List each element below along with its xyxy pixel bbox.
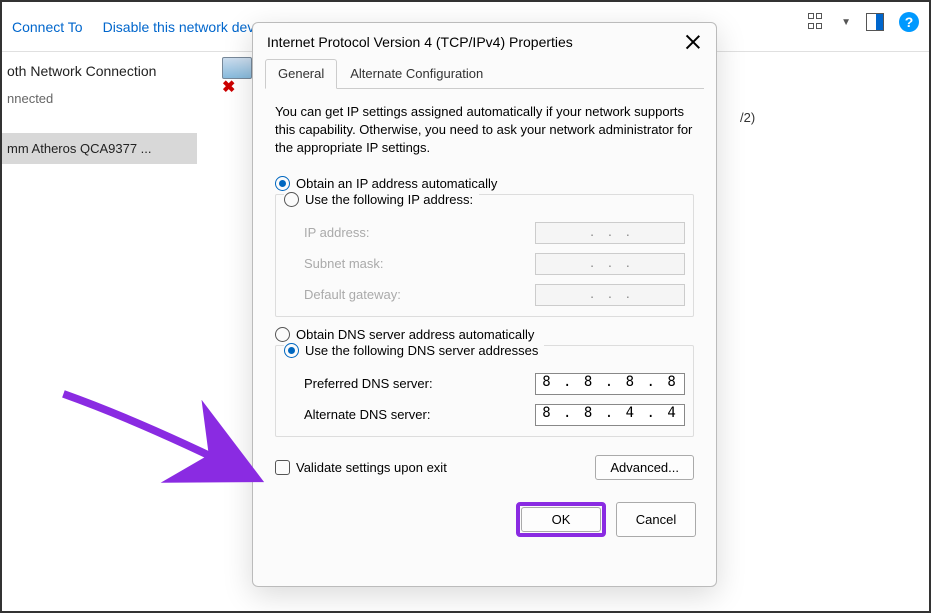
label-ip-auto: Obtain an IP address automatically [296,176,497,191]
connect-to-link[interactable]: Connect To [12,19,83,35]
input-preferred-dns[interactable]: 8 . 8 . 8 . 8 [535,373,685,395]
label-validate-on-exit: Validate settings upon exit [296,460,447,475]
dialog-title: Internet Protocol Version 4 (TCP/IPv4) P… [267,34,573,50]
checkbox-validate-on-exit[interactable] [275,460,290,475]
ip-manual-fieldset: Use the following IP address: IP address… [275,194,694,317]
input-default-gateway: ... [535,284,685,306]
adapter-name[interactable]: mm Atheros QCA9377 ... [2,133,197,164]
help-icon[interactable]: ? [899,12,919,32]
preview-pane-icon[interactable] [866,13,884,31]
advanced-button[interactable]: Advanced... [595,455,694,480]
disable-device-link[interactable]: Disable this network dev [103,19,255,35]
label-ip-manual: Use the following IP address: [305,192,473,207]
input-ip-address: ... [535,222,685,244]
view-dropdown-icon[interactable]: ▼ [841,17,851,28]
label-alternate-dns: Alternate DNS server: [304,407,430,422]
input-alternate-dns[interactable]: 8 . 8 . 4 . 4 [535,404,685,426]
radio-ip-auto[interactable] [275,176,290,191]
tab-general[interactable]: General [265,59,337,89]
connection-status: nnected [2,79,197,106]
tab-strip: General Alternate Configuration [265,59,704,89]
cancel-button[interactable]: Cancel [616,502,696,537]
ok-button[interactable]: OK [521,507,601,532]
label-default-gateway: Default gateway: [304,287,401,302]
background-text-fragment: /2) [740,110,755,125]
input-subnet-mask: ... [535,253,685,275]
view-options-icon[interactable] [808,13,826,31]
dialog-footer: OK Cancel [253,490,716,549]
intro-text: You can get IP settings assigned automat… [275,103,694,158]
tab-alternate-configuration[interactable]: Alternate Configuration [337,59,496,88]
label-dns-auto: Obtain DNS server address automatically [296,327,534,342]
dns-manual-fieldset: Use the following DNS server addresses P… [275,345,694,437]
connection-name: oth Network Connection [2,57,197,79]
radio-ip-manual[interactable] [284,192,299,207]
disconnected-x-icon: ✖ [222,77,235,97]
dialog-titlebar: Internet Protocol Version 4 (TCP/IPv4) P… [253,23,716,59]
ok-button-highlight: OK [516,502,606,537]
label-preferred-dns: Preferred DNS server: [304,376,433,391]
label-subnet-mask: Subnet mask: [304,256,384,271]
label-dns-manual: Use the following DNS server addresses [305,343,538,358]
close-icon[interactable] [684,33,702,51]
ipv4-properties-dialog: Internet Protocol Version 4 (TCP/IPv4) P… [252,22,717,587]
label-ip-address: IP address: [304,225,370,240]
radio-dns-auto[interactable] [275,327,290,342]
radio-dns-manual[interactable] [284,343,299,358]
